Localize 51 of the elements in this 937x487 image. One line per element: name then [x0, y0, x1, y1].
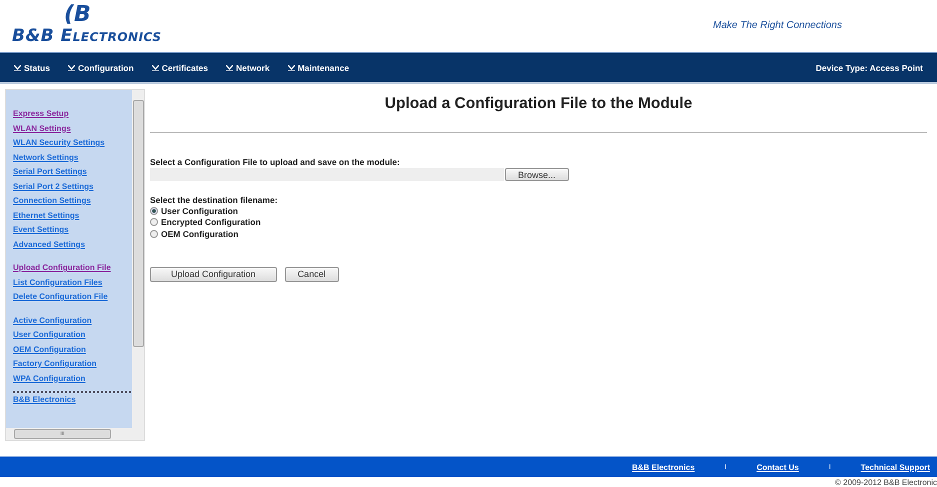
sidebar-link[interactable]: Serial Port 2 Settings	[13, 180, 132, 194]
chevron-icon	[288, 64, 295, 70]
radio-option[interactable]: User Configuration	[150, 205, 927, 216]
sidebar-link[interactable]: Express Setup	[13, 107, 132, 122]
nav-link[interactable]: Network	[226, 62, 270, 72]
sidebar-link[interactable]: WLAN Settings	[13, 122, 132, 136]
logo-mark: (B	[64, 4, 91, 26]
nav-link[interactable]: Status	[14, 62, 50, 72]
chevron-icon	[152, 64, 159, 70]
sidebar-link[interactable]: Network Settings	[13, 150, 132, 165]
radio-icon[interactable]	[150, 218, 158, 226]
form-button[interactable]: Upload Configuration	[150, 266, 277, 282]
sidebar-link[interactable]: User Configuration	[13, 328, 132, 342]
sidebar-link[interactable]: WLAN Security Settings	[13, 136, 132, 150]
sidebar-link[interactable]: Factory Configuration	[13, 357, 132, 372]
sidebar-link[interactable]: Serial Port Settings	[13, 165, 132, 180]
browse-button[interactable]: Browse...	[505, 168, 569, 181]
footer-link[interactable]: Technical Support	[860, 462, 930, 472]
radio-option[interactable]: OEM Configuration	[150, 228, 927, 240]
sidebar-link[interactable]: Connection Settings	[13, 194, 132, 208]
sidebar-link[interactable]: Event Settings	[13, 223, 132, 238]
sidebar-link[interactable]: Upload Configuration File	[13, 261, 132, 276]
sidebar-link[interactable]: Advanced Settings	[13, 238, 132, 252]
vertical-scrollbar[interactable]	[132, 90, 144, 428]
footer-link[interactable]: Contact Us	[756, 462, 799, 472]
footer-link[interactable]: B&B Electronics	[632, 462, 695, 472]
chevron-icon	[14, 64, 21, 70]
sidebar-link[interactable]: WPA Configuration	[13, 372, 132, 386]
copyright: © 2009-2012 B&B Electronic	[834, 477, 937, 487]
nav-link[interactable]: Configuration	[68, 62, 134, 72]
destination-label: Select the destination filename:	[150, 195, 279, 205]
sidebar-link[interactable]: B&B Electronics	[13, 393, 132, 408]
sidebar-link[interactable]: Delete Configuration File	[13, 290, 132, 304]
sidebar-link[interactable]: List Configuration Files	[13, 276, 132, 290]
page-title: Upload a Configuration File to the Module	[384, 95, 694, 113]
device-type: Device Type: Access Point	[816, 62, 923, 72]
nav-link[interactable]: Certificates	[152, 62, 208, 72]
radio-icon[interactable]	[150, 230, 158, 238]
file-path-field[interactable]	[150, 168, 504, 181]
file-label: Select a Configuration File to upload and save on the module:	[150, 157, 401, 167]
radio-icon[interactable]	[150, 206, 158, 215]
form-button[interactable]: Cancel	[284, 266, 339, 282]
sidebar-link[interactable]: OEM Configuration	[13, 342, 132, 357]
tagline: Make The Right Connections	[713, 20, 842, 33]
logo-text: B&B Electronics	[12, 26, 162, 46]
sidebar-link[interactable]: Ethernet Settings	[13, 208, 132, 223]
chevron-icon	[226, 64, 234, 70]
nav-link[interactable]: Maintenance	[288, 62, 350, 72]
chevron-icon	[68, 64, 75, 70]
sidebar-link[interactable]: Active Configuration	[13, 314, 132, 328]
radio-option[interactable]: Encrypted Configuration	[150, 216, 927, 228]
